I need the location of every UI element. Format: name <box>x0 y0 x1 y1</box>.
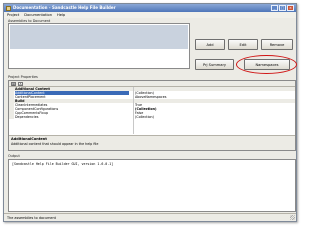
menu-bar: Project Documentation Help <box>4 12 296 18</box>
status-text: The assemblies to document <box>7 216 56 220</box>
property-row[interactable]: Dependencies (Collection) <box>9 115 295 119</box>
categorized-icon[interactable]: ▤ <box>11 82 16 86</box>
properties-label: Project Properties <box>8 75 38 79</box>
list-item[interactable] <box>10 25 188 29</box>
menu-help[interactable]: Help <box>57 12 65 18</box>
property-grid[interactable]: ▤ A Additional Content AdditionalContent… <box>8 80 296 151</box>
property-value[interactable]: (Collection) <box>135 115 293 119</box>
list-item[interactable] <box>10 29 188 33</box>
list-item[interactable] <box>10 41 188 45</box>
title-bar[interactable]: Documentation - Sandcastle Help File Bui… <box>4 4 296 12</box>
remove-button[interactable]: Remove <box>261 39 293 50</box>
alphabetical-icon[interactable]: A <box>18 82 23 86</box>
minimize-icon[interactable]: _ <box>271 5 278 11</box>
menu-project[interactable]: Project <box>7 12 19 18</box>
add-button[interactable]: Add <box>195 39 225 50</box>
resize-grip-icon[interactable] <box>290 215 295 220</box>
highlight-annotation <box>236 55 297 74</box>
description-title: AdditionalContent <box>11 137 47 141</box>
property-rows: Additional Content AdditionalContent (Co… <box>9 87 295 119</box>
property-description: AdditionalContent Additional content tha… <box>9 135 295 150</box>
row-gutter <box>9 115 14 119</box>
app-icon <box>6 5 11 11</box>
output-label: Output <box>8 154 20 158</box>
assemblies-list[interactable] <box>8 23 190 69</box>
list-item[interactable] <box>10 45 188 49</box>
description-text: Additional content that should appear in… <box>11 142 99 146</box>
output-pane[interactable]: [Sandcastle Help File Builder GUI, versi… <box>8 159 296 212</box>
column-divider[interactable] <box>133 87 134 134</box>
list-item[interactable] <box>10 37 188 41</box>
project-summary-button[interactable]: Prj Summary <box>195 59 234 70</box>
window-title: Documentation - Sandcastle Help File Bui… <box>13 5 116 10</box>
app-window: Documentation - Sandcastle Help File Bui… <box>3 3 297 222</box>
edit-button[interactable]: Edit <box>228 39 258 50</box>
maximize-icon[interactable]: □ <box>279 5 286 11</box>
list-item[interactable] <box>10 33 188 37</box>
status-bar: The assemblies to document <box>4 213 296 221</box>
menu-documentation[interactable]: Documentation <box>24 12 52 18</box>
close-icon[interactable]: × <box>287 5 294 11</box>
window-controls: _ □ × <box>271 5 294 11</box>
property-name: Dependencies <box>15 115 39 119</box>
output-text: [Sandcastle Help File Builder GUI, versi… <box>12 162 114 166</box>
